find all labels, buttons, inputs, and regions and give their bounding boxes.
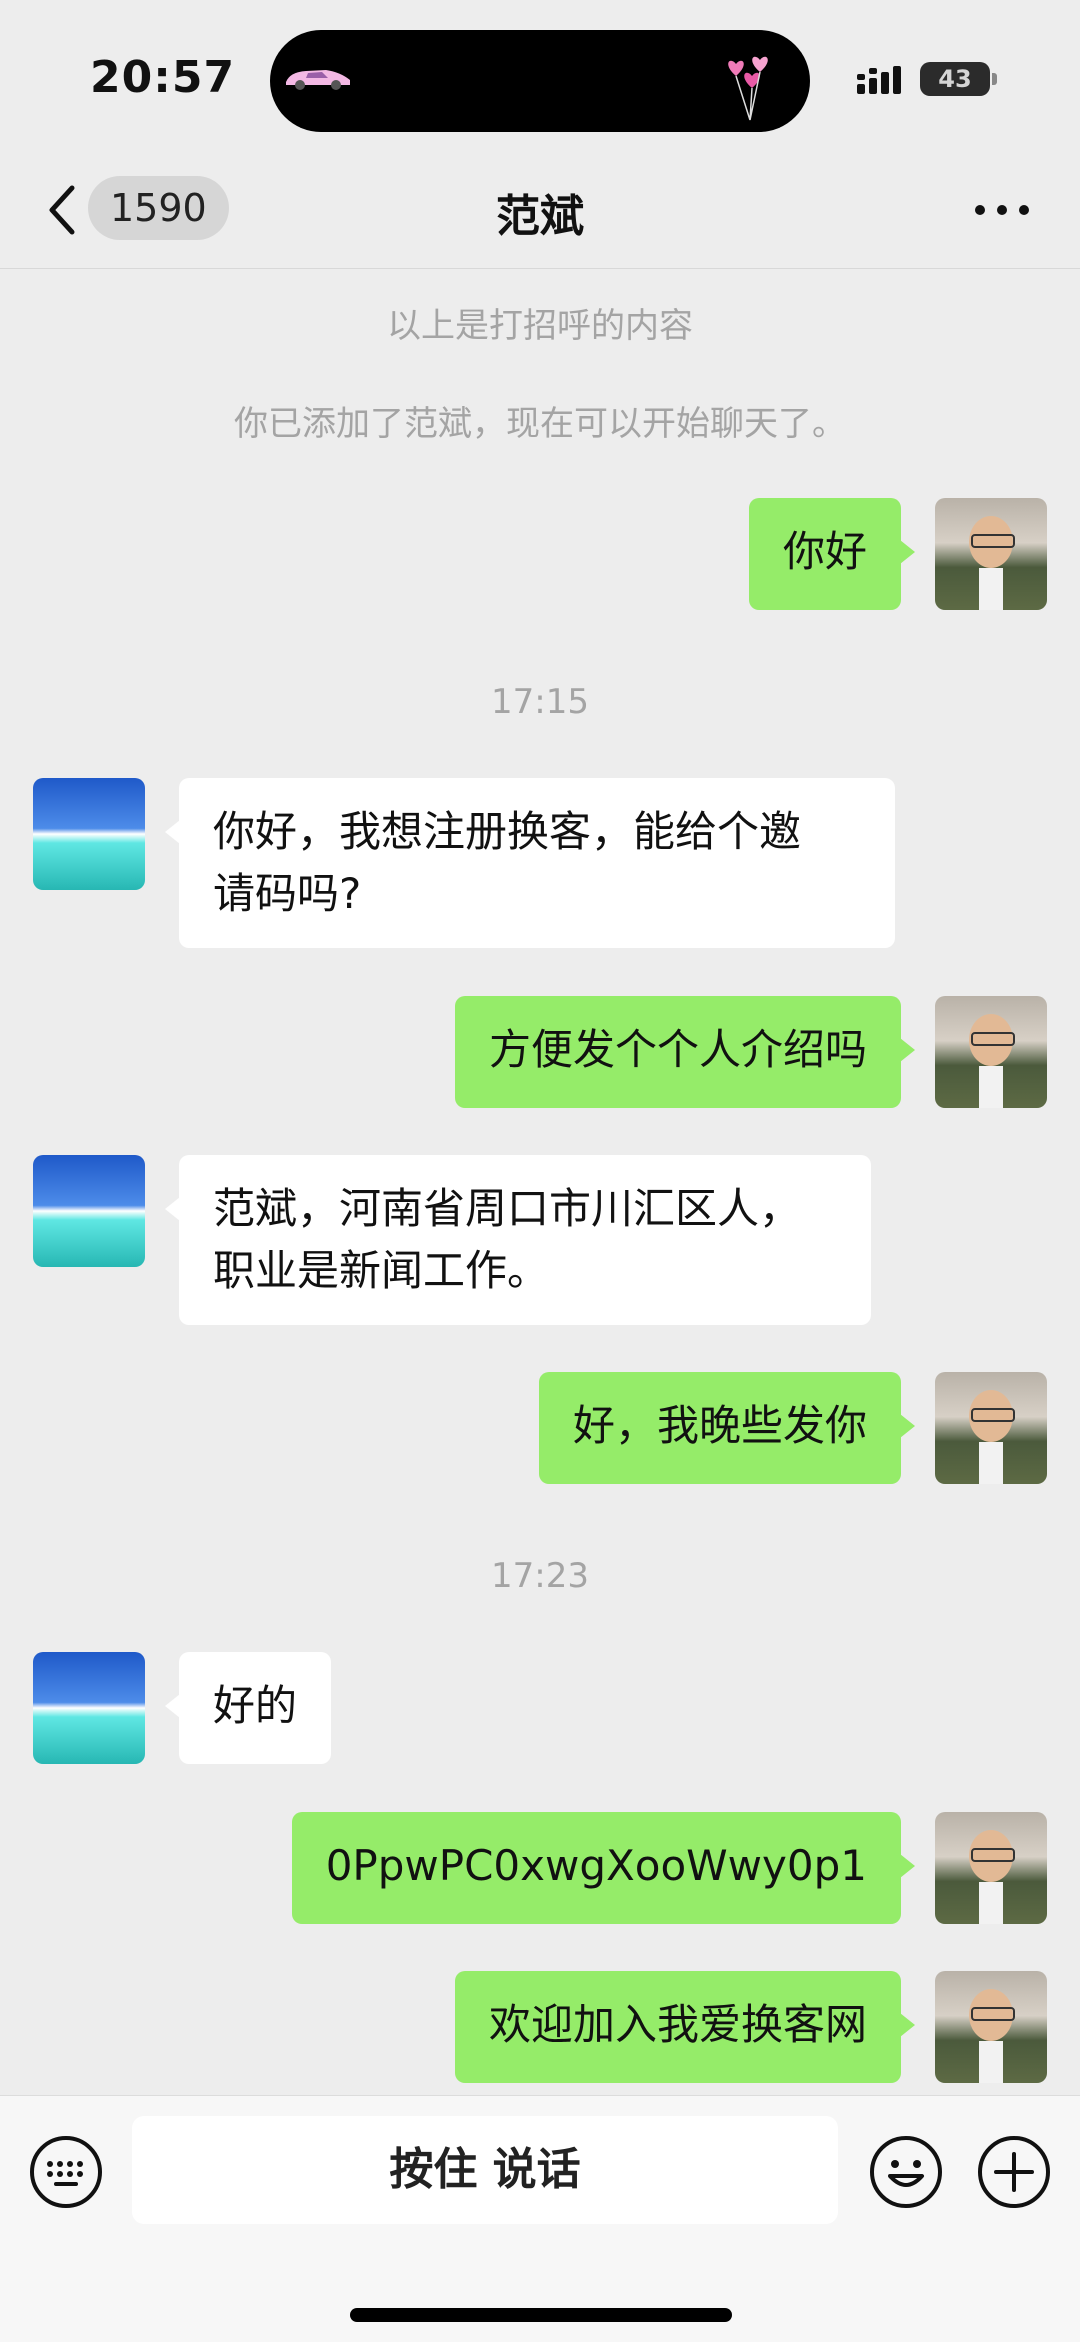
system-note: 你已添加了范斌，现在可以开始聊天了。 <box>234 404 846 444</box>
signal-icon <box>857 66 901 94</box>
timestamp: 17:23 <box>491 1556 589 1596</box>
balloons-sticker-icon <box>728 56 768 121</box>
message-text-line: 请码吗? <box>213 869 362 918</box>
keyboard-icon[interactable] <box>28 2134 104 2210</box>
message-text: 0PpwPC0xwgXooWwy0p1 <box>325 1841 867 1890</box>
my-avatar[interactable] <box>935 1971 1047 2083</box>
status-bar: 20:57 43 <box>0 0 1080 150</box>
my-avatar[interactable] <box>935 498 1047 610</box>
message-text: 欢迎加入我爱换客网 <box>488 2000 867 2049</box>
message-text: 你好 <box>782 527 867 576</box>
input-bar: 按住 说话 <box>0 2095 1080 2342</box>
contact-avatar[interactable] <box>33 778 145 890</box>
contact-avatar[interactable] <box>33 1155 145 1267</box>
hold-to-talk-button[interactable]: 按住 说话 <box>132 2116 838 2224</box>
more-options-icon[interactable] <box>972 198 1032 222</box>
outgoing-message[interactable]: 欢迎加入我爱换客网 <box>454 1971 916 2083</box>
status-time: 20:57 <box>90 52 236 103</box>
message-text-line: 你好，我想注册换客，能给个邀 <box>213 807 802 856</box>
message-text: 好的 <box>213 1681 298 1730</box>
chat-header: 1590 范斌 <box>0 150 1080 269</box>
my-avatar[interactable] <box>935 996 1047 1108</box>
outgoing-message[interactable]: 好，我晚些发你 <box>538 1372 916 1484</box>
home-indicator <box>350 2308 732 2322</box>
message-text: 方便发个个人介绍吗 <box>488 1025 867 1074</box>
contact-avatar[interactable] <box>33 1652 145 1764</box>
incoming-message[interactable]: 范斌，河南省周口市川汇区人， 职业是新闻工作。 <box>165 1155 871 1325</box>
message-text-line: 职业是新闻工作。 <box>213 1246 550 1295</box>
outgoing-message[interactable]: 0PpwPC0xwgXooWwy0p1 <box>291 1812 916 1924</box>
chat-title: 范斌 <box>496 191 584 242</box>
outgoing-message[interactable]: 方便发个个人介绍吗 <box>454 996 916 1108</box>
my-avatar[interactable] <box>935 1812 1047 1924</box>
my-avatar[interactable] <box>935 1372 1047 1484</box>
battery-cap <box>992 73 997 85</box>
message-text: 好，我晚些发你 <box>572 1401 867 1450</box>
system-note: 以上是打招呼的内容 <box>387 306 693 346</box>
message-text-line: 范斌，河南省周口市川汇区人， <box>213 1184 802 1233</box>
incoming-message[interactable]: 你好，我想注册换客，能给个邀 请码吗? <box>165 778 895 948</box>
timestamp: 17:15 <box>491 682 589 722</box>
incoming-message[interactable]: 好的 <box>164 1652 332 1764</box>
car-sticker-icon <box>286 70 350 90</box>
emoji-icon[interactable] <box>868 2134 944 2210</box>
battery-icon: 43 <box>920 62 990 96</box>
outgoing-message[interactable]: 你好 <box>748 498 916 610</box>
plus-icon[interactable] <box>976 2134 1052 2210</box>
